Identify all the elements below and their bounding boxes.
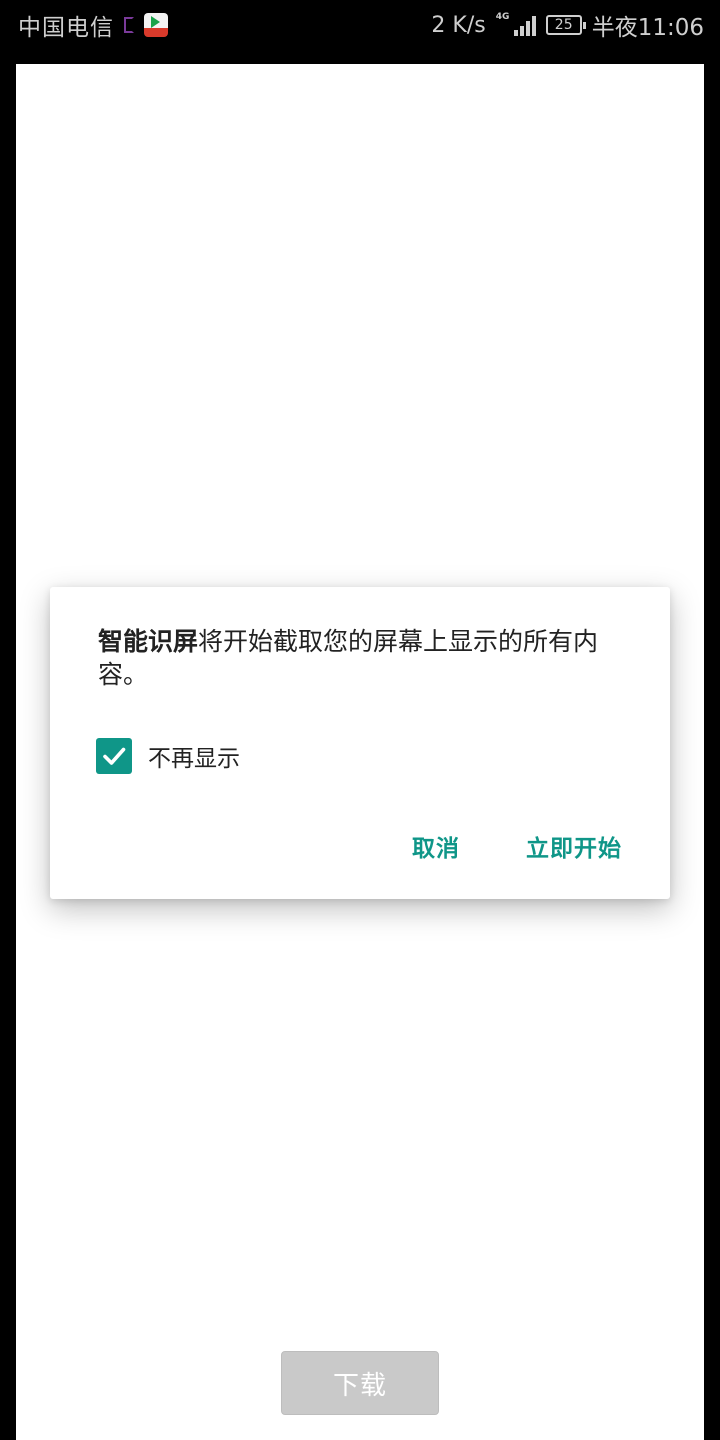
notification-icon [124, 17, 134, 33]
status-bar: 中国电信 2 K/s 4G 25 半夜11:06 [0, 0, 720, 50]
dialog-message: 智能识屏将开始截取您的屏幕上显示的所有内容。 [98, 625, 628, 691]
status-bar-left: 中国电信 [18, 8, 168, 42]
battery-level: 25 [554, 17, 573, 33]
network-type: 4G [495, 12, 510, 22]
dont-show-again-option[interactable]: 不再显示 [96, 738, 240, 774]
download-button[interactable]: 下载 [281, 1351, 439, 1415]
dialog-app-name: 智能识屏 [98, 627, 199, 656]
video-app-icon [144, 13, 168, 37]
cancel-button[interactable]: 取消 [412, 829, 460, 863]
start-now-button[interactable]: 立即开始 [526, 829, 622, 863]
checkmark-icon [103, 747, 126, 765]
status-bar-right: 2 K/s 4G 25 半夜11:06 [431, 8, 704, 42]
battery-icon: 25 [545, 15, 586, 35]
clock: 半夜11:06 [591, 15, 704, 41]
dont-show-again-label: 不再显示 [148, 746, 240, 772]
dont-show-again-checkbox[interactable] [96, 738, 132, 774]
dialog-actions: 取消 立即开始 [412, 829, 622, 863]
signal-icon: 4G [495, 12, 536, 36]
carrier-name: 中国电信 [18, 15, 114, 41]
screen-recognition-dialog: 智能识屏将开始截取您的屏幕上显示的所有内容。 不再显示 取消 立即开始 [50, 587, 670, 899]
network-speed: 2 K/s [431, 12, 486, 38]
